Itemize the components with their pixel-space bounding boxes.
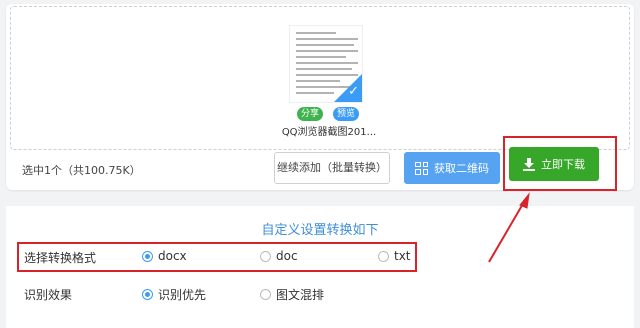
annotation-arrow bbox=[488, 192, 530, 263]
